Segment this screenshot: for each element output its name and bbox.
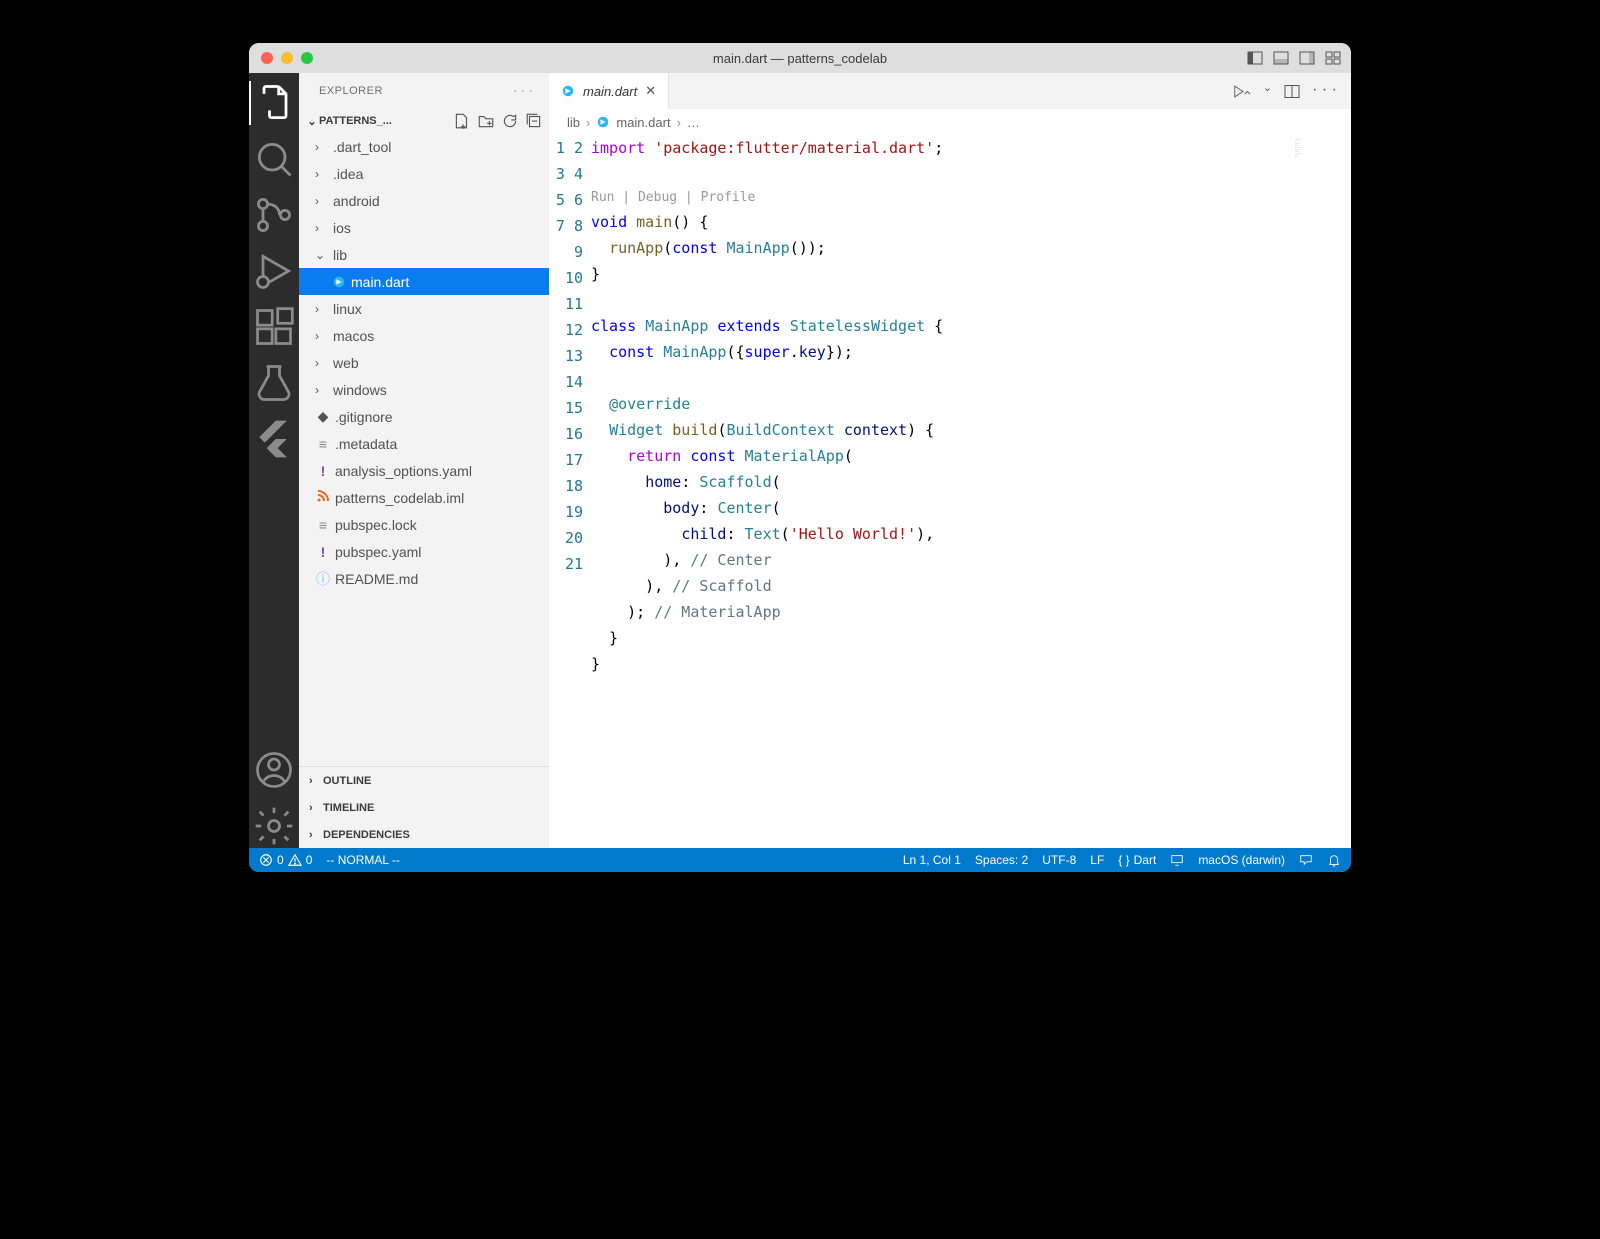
file-main-dart[interactable]: main.dart xyxy=(299,268,549,295)
chevron-down-icon: ⌄ xyxy=(305,115,319,128)
collapse-all-icon[interactable] xyxy=(525,112,543,130)
close-window-button[interactable] xyxy=(261,52,273,64)
titlebar: main.dart — patterns_codelab xyxy=(249,43,1351,73)
activity-testing[interactable] xyxy=(249,361,299,405)
folder-ios[interactable]: ›ios xyxy=(299,214,549,241)
run-button-icon[interactable] xyxy=(1233,81,1251,102)
window-title: main.dart — patterns_codelab xyxy=(261,51,1339,66)
folder-web[interactable]: ›web xyxy=(299,349,549,376)
editor-actions: ⌄ · · · xyxy=(1233,81,1351,102)
window-controls xyxy=(261,52,313,64)
folder-lib[interactable]: ⌄lib xyxy=(299,241,549,268)
status-platform[interactable]: macOS (darwin) xyxy=(1198,853,1285,867)
outline-section[interactable]: ›OUTLINE xyxy=(299,767,549,794)
split-editor-icon[interactable] xyxy=(1284,81,1300,102)
new-folder-icon[interactable] xyxy=(477,112,495,130)
status-bar: 0 0 -- NORMAL -- Ln 1, Col 1 Spaces: 2 U… xyxy=(249,848,1351,872)
activity-run-debug[interactable] xyxy=(249,249,299,293)
customize-layout-icon[interactable] xyxy=(1325,50,1341,66)
status-indent[interactable]: Spaces: 2 xyxy=(975,853,1028,867)
code-editor[interactable]: 1 2 3 4 5 6 7 8 9 10 11 12 13 14 15 16 1… xyxy=(549,135,1351,848)
more-actions-icon[interactable]: · · · xyxy=(1312,81,1337,102)
activity-flutter[interactable] xyxy=(249,417,299,461)
dart-file-icon xyxy=(596,115,610,129)
folder--idea[interactable]: ›.idea xyxy=(299,160,549,187)
dart-file-icon xyxy=(561,84,575,98)
status-encoding[interactable]: UTF-8 xyxy=(1042,853,1076,867)
activity-explorer[interactable] xyxy=(249,81,299,125)
code-content[interactable]: import 'package:flutter/material.dart'; … xyxy=(591,135,1351,848)
layout-panel-icon[interactable] xyxy=(1273,50,1289,66)
vscode-window: main.dart — patterns_codelab EXPLORER xyxy=(249,43,1351,872)
refresh-icon[interactable] xyxy=(501,112,519,130)
status-feedback-icon[interactable] xyxy=(1299,853,1313,867)
project-header[interactable]: ⌄ PATTERNS_... xyxy=(299,109,549,133)
breadcrumb-more[interactable]: … xyxy=(687,115,700,130)
file--metadata[interactable]: ≡.metadata xyxy=(299,430,549,457)
tab-label: main.dart xyxy=(583,84,637,99)
folder-linux[interactable]: ›linux xyxy=(299,295,549,322)
file-README-md[interactable]: ⓘREADME.md xyxy=(299,565,549,592)
close-tab-icon[interactable]: ✕ xyxy=(645,83,656,99)
file-patterns_codelab-iml[interactable]: patterns_codelab.iml xyxy=(299,484,549,511)
layout-sidebar-right-icon[interactable] xyxy=(1299,50,1315,66)
new-file-icon[interactable] xyxy=(453,112,471,130)
line-number-gutter: 1 2 3 4 5 6 7 8 9 10 11 12 13 14 15 16 1… xyxy=(549,135,591,848)
file-tree: ›.dart_tool›.idea›android›ios⌄libmain.da… xyxy=(299,133,549,766)
status-vim-mode[interactable]: -- NORMAL -- xyxy=(326,853,400,867)
breadcrumb-separator: › xyxy=(586,115,590,130)
activity-search[interactable] xyxy=(249,137,299,181)
breadcrumb-separator: › xyxy=(677,115,681,130)
status-device[interactable] xyxy=(1170,853,1184,867)
activity-extensions[interactable] xyxy=(249,305,299,349)
layout-sidebar-left-icon[interactable] xyxy=(1247,50,1263,66)
file-pubspec-lock[interactable]: ≡pubspec.lock xyxy=(299,511,549,538)
titlebar-layout-controls xyxy=(1247,50,1341,66)
activity-settings[interactable] xyxy=(249,804,299,848)
tabs-bar: main.dart ✕ ⌄ · · · xyxy=(549,73,1351,109)
status-line-col[interactable]: Ln 1, Col 1 xyxy=(903,853,961,867)
activity-accounts[interactable] xyxy=(249,748,299,792)
activity-source-control[interactable] xyxy=(249,193,299,237)
dependencies-section[interactable]: ›DEPENDENCIES xyxy=(299,821,549,848)
folder--dart_tool[interactable]: ›.dart_tool xyxy=(299,133,549,160)
minimize-window-button[interactable] xyxy=(281,52,293,64)
breadcrumb-lib[interactable]: lib xyxy=(567,115,580,130)
folder-macos[interactable]: ›macos xyxy=(299,322,549,349)
maximize-window-button[interactable] xyxy=(301,52,313,64)
breadcrumb[interactable]: lib › main.dart › … xyxy=(549,109,1351,135)
explorer-title: EXPLORER xyxy=(319,85,383,97)
folder-windows[interactable]: ›windows xyxy=(299,376,549,403)
folder-android[interactable]: ›android xyxy=(299,187,549,214)
minimap[interactable]: ▬▬▬▬▬▬▬▬▬▬▬▬▬▬▬▬▬▬▬▬▬▬▬▬▬▬▬▬▬▬▬▬▬▬ xyxy=(1291,135,1351,848)
status-eol[interactable]: LF xyxy=(1090,853,1104,867)
status-problems[interactable]: 0 0 xyxy=(259,853,312,867)
activity-bar xyxy=(249,73,299,848)
file-analysis_options-yaml[interactable]: !analysis_options.yaml xyxy=(299,457,549,484)
project-actions xyxy=(453,112,543,130)
sidebar-sections: ›OUTLINE ›TIMELINE ›DEPENDENCIES xyxy=(299,766,549,848)
timeline-section[interactable]: ›TIMELINE xyxy=(299,794,549,821)
explorer-sidebar: EXPLORER · · · ⌄ PATTERNS_... ›.dart_too… xyxy=(299,73,549,848)
file--gitignore[interactable]: ◆.gitignore xyxy=(299,403,549,430)
chevron-down-icon[interactable]: ⌄ xyxy=(1263,81,1272,102)
status-bell-icon[interactable] xyxy=(1327,853,1341,867)
breadcrumb-file[interactable]: main.dart xyxy=(616,115,670,130)
code-lens[interactable]: Run | Debug | Profile xyxy=(591,187,1271,209)
project-name: PATTERNS_... xyxy=(319,115,392,127)
explorer-header: EXPLORER · · · xyxy=(299,73,549,109)
editor-group: main.dart ✕ ⌄ · · · lib › main.dart › … xyxy=(549,73,1351,848)
tab-main-dart[interactable]: main.dart ✕ xyxy=(549,73,669,109)
explorer-more-icon[interactable]: · · · xyxy=(513,85,533,97)
status-language[interactable]: { } Dart xyxy=(1118,853,1156,867)
file-pubspec-yaml[interactable]: !pubspec.yaml xyxy=(299,538,549,565)
